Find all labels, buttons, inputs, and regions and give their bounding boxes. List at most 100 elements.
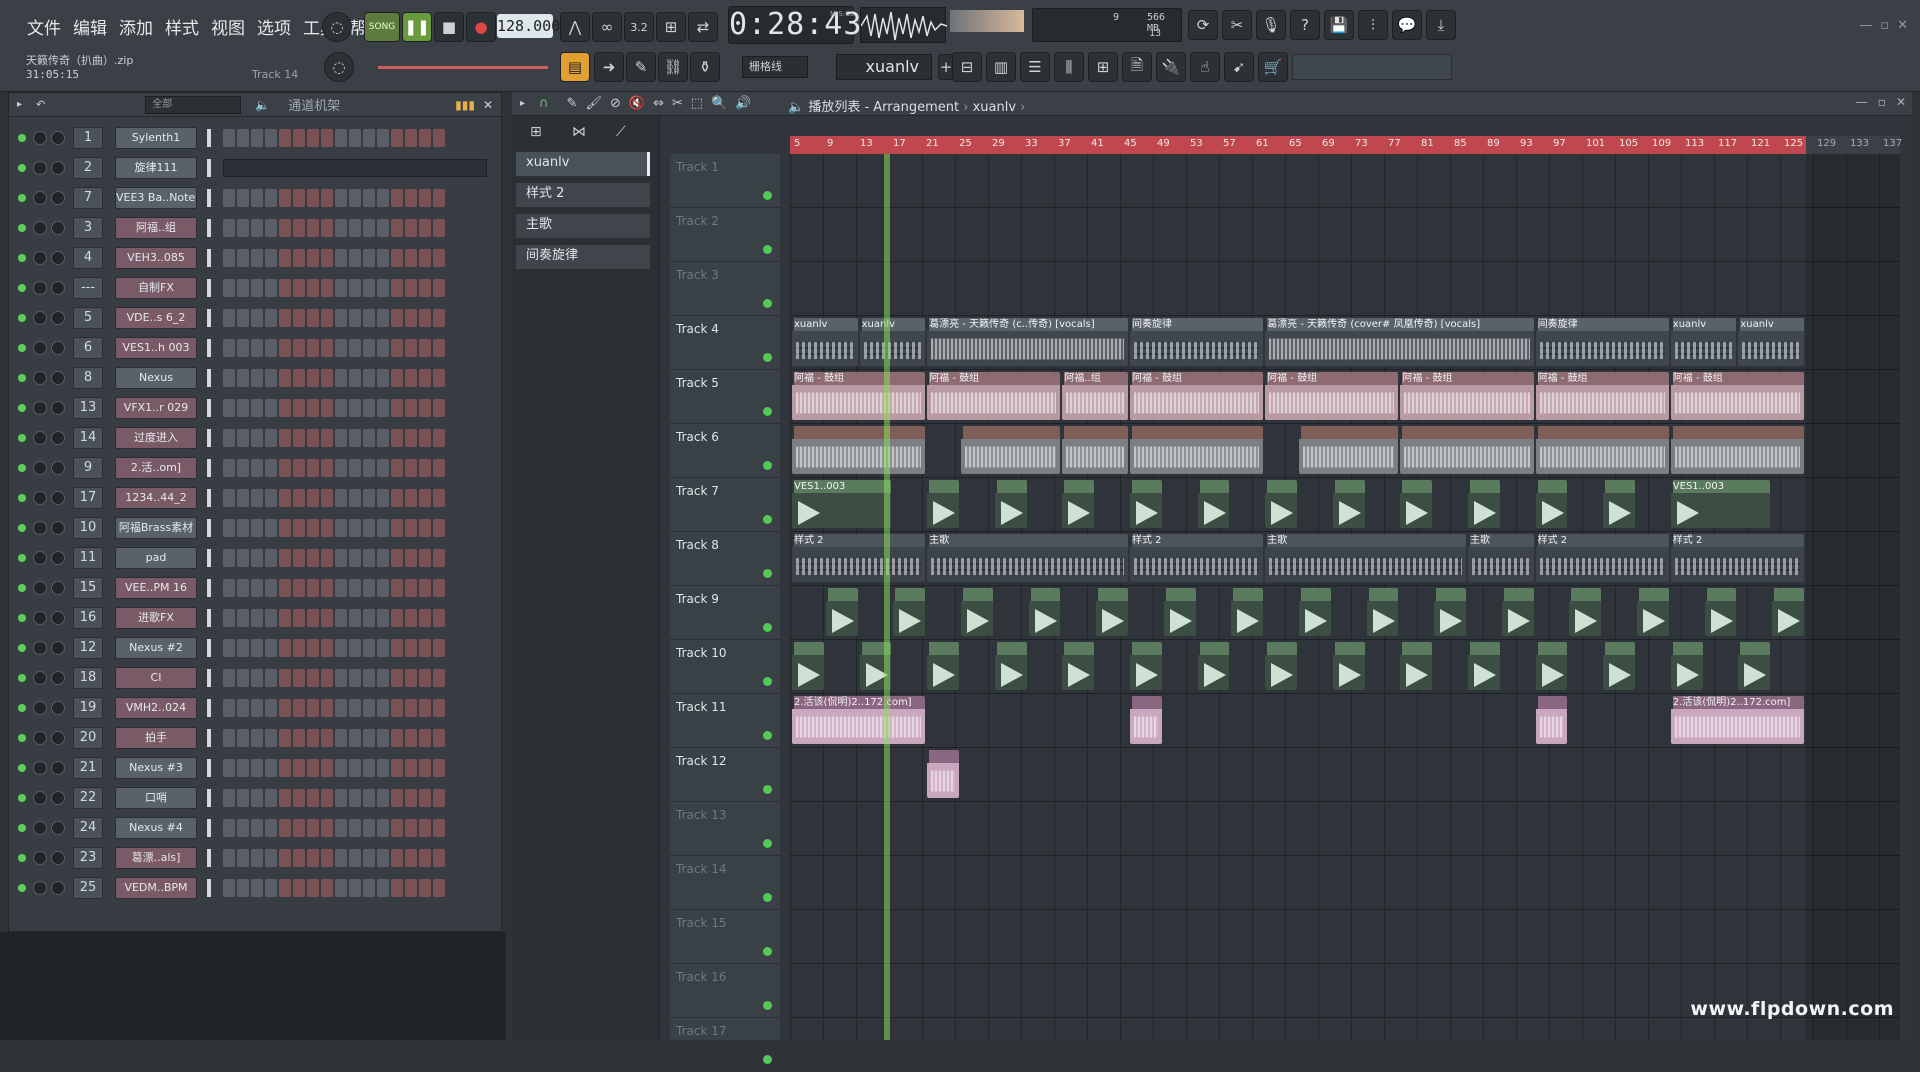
channel-mixer-track[interactable]: 1: [73, 127, 103, 149]
step-button[interactable]: [377, 669, 389, 687]
playlist-clip[interactable]: [1333, 480, 1365, 528]
channel-select-indicator[interactable]: [207, 519, 211, 537]
playlist-clip[interactable]: [1130, 642, 1162, 690]
step-button[interactable]: [321, 249, 333, 267]
step-button[interactable]: [377, 519, 389, 537]
step-button[interactable]: [391, 729, 403, 747]
playlist-clip[interactable]: [1705, 588, 1737, 636]
channel-mute-led[interactable]: [18, 854, 26, 862]
step-button[interactable]: [363, 129, 375, 147]
channel-mute-led[interactable]: [18, 494, 26, 502]
channel-volume-knob[interactable]: [51, 491, 65, 505]
step-button[interactable]: [251, 309, 263, 327]
channel-row[interactable]: 2旋律111: [9, 153, 503, 183]
step-button[interactable]: [279, 489, 291, 507]
step-button[interactable]: [223, 429, 235, 447]
rack-menu-arrow-icon[interactable]: ▸: [17, 99, 22, 110]
step-button[interactable]: [321, 759, 333, 777]
step-button[interactable]: [279, 579, 291, 597]
channel-row[interactable]: 4VEH3..085: [9, 243, 503, 273]
step-button[interactable]: [265, 609, 277, 627]
step-button[interactable]: [349, 699, 361, 717]
step-button[interactable]: [237, 879, 249, 897]
channel-row[interactable]: 15VEE..PM 16: [9, 573, 503, 603]
channel-mute-led[interactable]: [18, 824, 26, 832]
playlist-clip[interactable]: [1536, 426, 1669, 474]
step-button[interactable]: [335, 729, 347, 747]
song-mode-toggle[interactable]: SONG: [364, 12, 400, 42]
step-button[interactable]: [265, 429, 277, 447]
channel-mute-led[interactable]: [18, 434, 26, 442]
channel-name-button[interactable]: 口哨: [115, 787, 197, 809]
step-button[interactable]: [251, 669, 263, 687]
step-button[interactable]: [223, 669, 235, 687]
step-button[interactable]: [433, 879, 445, 897]
step-button[interactable]: [279, 669, 291, 687]
playlist-clip[interactable]: [1603, 642, 1635, 690]
step-button[interactable]: [307, 309, 319, 327]
playlist-clip[interactable]: [1400, 642, 1432, 690]
step-button[interactable]: [293, 609, 305, 627]
playlist-clip[interactable]: 阿福 - 鼓组: [792, 372, 925, 420]
step-button[interactable]: [321, 129, 333, 147]
playlist-clip[interactable]: 阿福 - 鼓组: [927, 372, 1060, 420]
step-button[interactable]: [377, 639, 389, 657]
step-button[interactable]: [307, 459, 319, 477]
track-name[interactable]: Track 9: [676, 592, 719, 606]
step-button[interactable]: [279, 819, 291, 837]
channel-volume-knob[interactable]: [51, 521, 65, 535]
step-button[interactable]: [349, 759, 361, 777]
step-button[interactable]: [363, 549, 375, 567]
channel-name-button[interactable]: 阿福..组: [115, 217, 197, 239]
step-button[interactable]: [279, 639, 291, 657]
mixer-view-button[interactable]: ⊟: [952, 52, 982, 82]
step-button[interactable]: [223, 699, 235, 717]
step-button[interactable]: [307, 429, 319, 447]
channel-mute-led[interactable]: [18, 164, 26, 172]
step-button[interactable]: [293, 429, 305, 447]
track-header[interactable]: Track 8: [670, 532, 780, 586]
step-button[interactable]: [251, 639, 263, 657]
playlist-clip[interactable]: [1062, 480, 1094, 528]
channel-name-button[interactable]: Nexus: [115, 367, 197, 389]
step-button[interactable]: [405, 699, 417, 717]
step-button[interactable]: [237, 369, 249, 387]
playlist-clip[interactable]: [927, 480, 959, 528]
pattern-selector[interactable]: xuanlv: [836, 54, 932, 80]
channel-select-indicator[interactable]: [207, 699, 211, 717]
playlist-clip[interactable]: [792, 426, 925, 474]
step-button[interactable]: [321, 399, 333, 417]
step-button[interactable]: [307, 129, 319, 147]
step-button[interactable]: [223, 639, 235, 657]
step-button[interactable]: [363, 429, 375, 447]
channel-mixer-track[interactable]: ---: [73, 277, 103, 299]
step-button[interactable]: [279, 339, 291, 357]
step-button[interactable]: [349, 729, 361, 747]
step-button[interactable]: [335, 249, 347, 267]
channel-name-button[interactable]: 旋律111: [115, 157, 197, 179]
step-button[interactable]: [251, 759, 263, 777]
step-button[interactable]: [419, 189, 431, 207]
playlist-clip[interactable]: [1231, 588, 1263, 636]
step-button[interactable]: [405, 429, 417, 447]
step-button[interactable]: [335, 609, 347, 627]
step-button[interactable]: [377, 699, 389, 717]
playlist-clip[interactable]: 2.活该(侃明)2..172.com]: [1671, 696, 1804, 744]
step-button[interactable]: [251, 789, 263, 807]
channel-mixer-track[interactable]: 8: [73, 367, 103, 389]
channel-pan-knob[interactable]: [33, 371, 47, 385]
channel-name-button[interactable]: Nexus #4: [115, 817, 197, 839]
channel-row[interactable]: 13VFX1..r 029: [9, 393, 503, 423]
track-header[interactable]: Track 9: [670, 586, 780, 640]
step-button[interactable]: [265, 669, 277, 687]
step-button[interactable]: [223, 459, 235, 477]
step-button[interactable]: [237, 579, 249, 597]
step-button[interactable]: [405, 669, 417, 687]
step-button[interactable]: [293, 849, 305, 867]
step-button[interactable]: [377, 189, 389, 207]
playlist-clip[interactable]: 间奏旋律: [1130, 318, 1263, 366]
channel-volume-knob[interactable]: [51, 791, 65, 805]
channel-mute-led[interactable]: [18, 194, 26, 202]
step-button[interactable]: [251, 819, 263, 837]
step-button[interactable]: [377, 819, 389, 837]
